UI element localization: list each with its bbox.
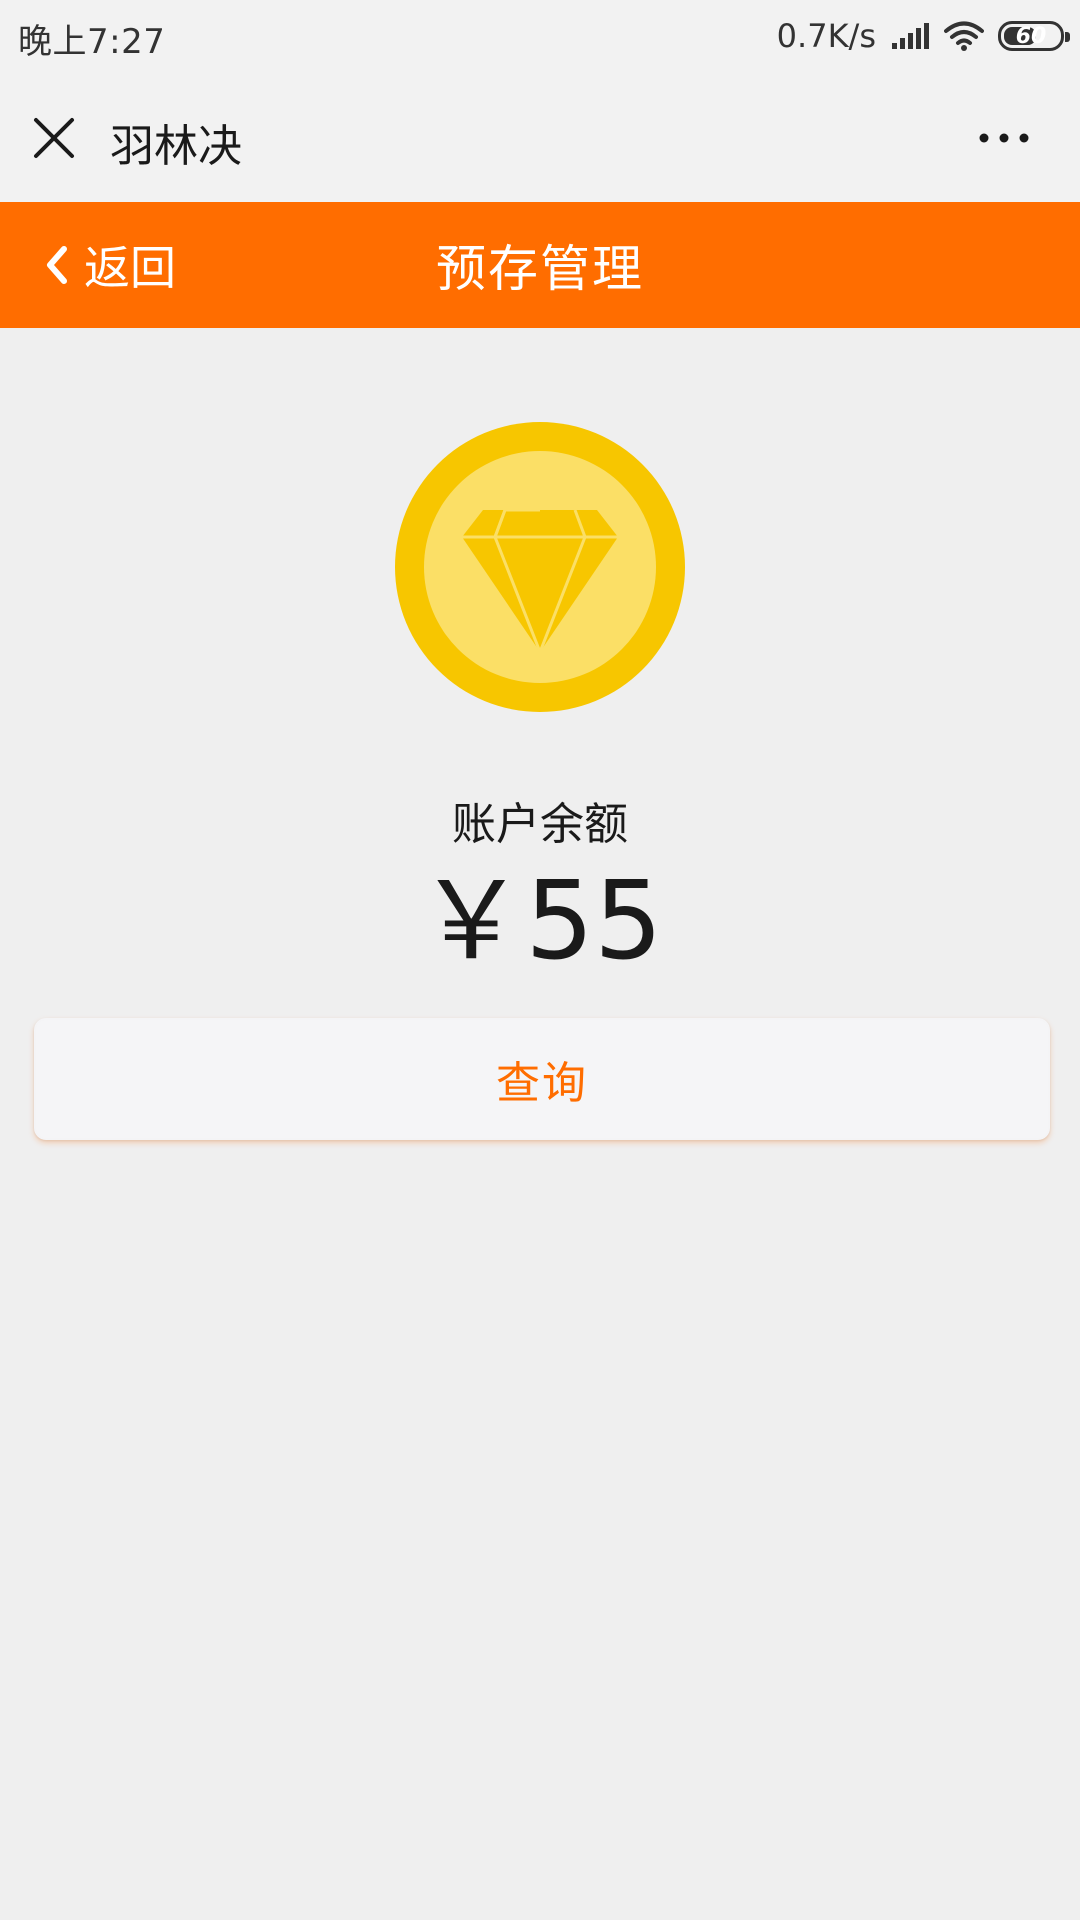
more-icon[interactable] xyxy=(974,118,1034,158)
app-header: 返回 预存管理 xyxy=(0,202,1080,328)
balance-label: 账户余额 xyxy=(452,799,628,850)
network-speed: 0.7K/s xyxy=(776,17,876,55)
query-button-label: 查询 xyxy=(496,1058,588,1109)
screen: 晚上7:27 0.7K/s 60 羽林决 返回 预存管理 账户余额 ￥55 查询 xyxy=(0,0,1080,1920)
status-indicators: 0.7K/s 60 xyxy=(776,14,1070,58)
wifi-icon xyxy=(944,21,984,51)
mini-program-title: 羽林决 xyxy=(110,121,242,172)
balance-amount: ￥55 xyxy=(417,859,663,984)
query-button[interactable]: 查询 xyxy=(34,1018,1050,1140)
status-time: 晚上7:27 xyxy=(18,22,166,62)
close-icon[interactable] xyxy=(30,114,78,162)
page-title: 预存管理 xyxy=(436,240,644,298)
wechat-nav-bar: 羽林决 xyxy=(0,74,1080,202)
status-bar: 晚上7:27 0.7K/s 60 xyxy=(0,0,1080,74)
diamond-coin-icon xyxy=(395,422,685,712)
battery-cap xyxy=(1065,32,1070,42)
signal-icon xyxy=(892,23,929,49)
battery-percent: 60 xyxy=(1015,23,1047,49)
battery-icon: 60 xyxy=(998,21,1070,51)
